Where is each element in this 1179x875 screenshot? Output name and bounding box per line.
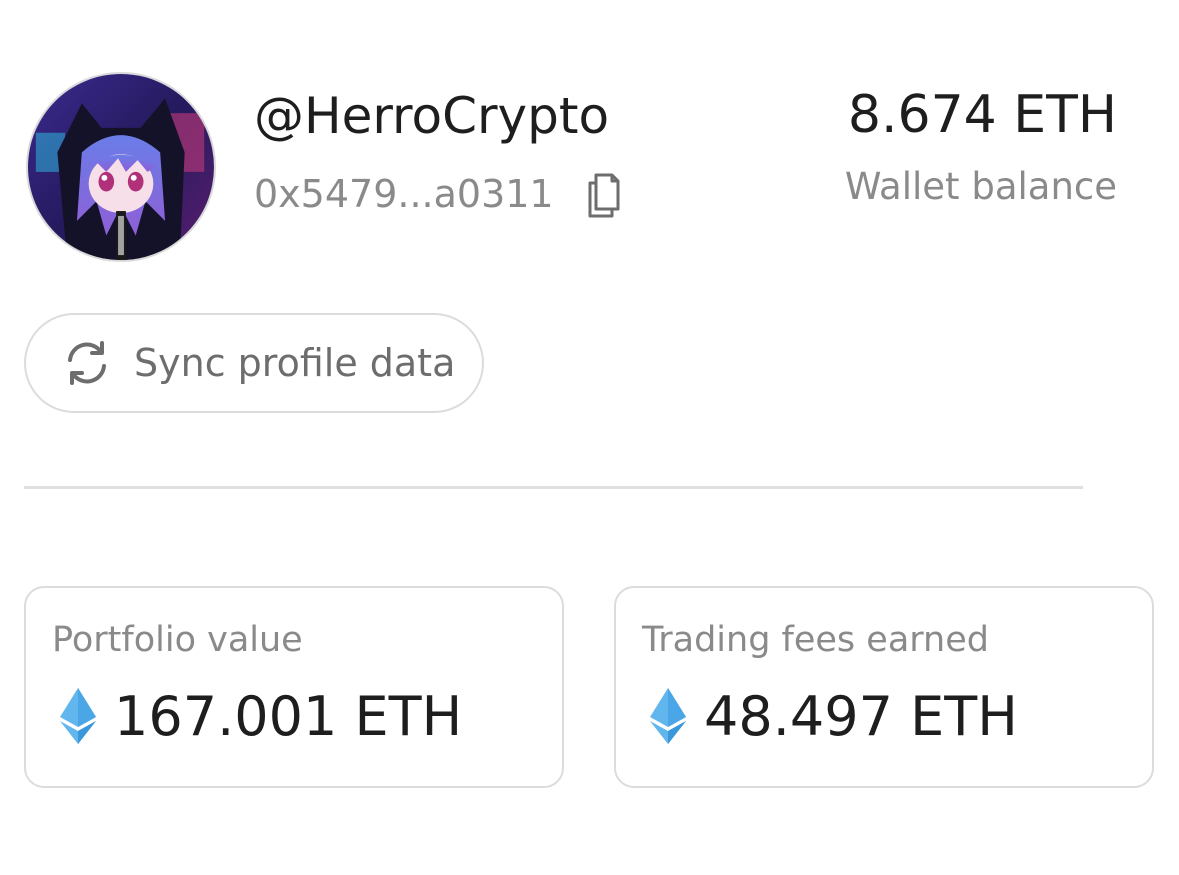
wallet-balance-value: 8.674 ETH (847, 85, 1117, 145)
copy-icon[interactable] (584, 169, 626, 219)
portfolio-value: 167.001 ETH (114, 684, 463, 748)
anime-avatar-image (28, 74, 214, 260)
avatar[interactable] (26, 72, 216, 262)
trading-fees-card: Trading fees earned 48.497 ETH (614, 586, 1154, 788)
portfolio-value-row: 167.001 ETH (60, 684, 462, 748)
sync-profile-button[interactable]: Sync profile data (24, 313, 484, 413)
sync-profile-label: Sync profile data (134, 341, 456, 385)
portfolio-value-label: Portfolio value (52, 620, 303, 660)
wallet-balance-label: Wallet balance (844, 165, 1117, 208)
wallet-address: 0x5479...a0311 (254, 172, 554, 216)
section-divider (24, 486, 1083, 489)
trading-fees-label: Trading fees earned (642, 620, 989, 660)
trading-fees-row: 48.497 ETH (650, 684, 1018, 748)
username: @HerroCrypto (254, 87, 610, 145)
portfolio-value-card: Portfolio value 167.001 ETH (24, 586, 564, 788)
refresh-icon (62, 338, 112, 388)
trading-fees-value: 48.497 ETH (704, 684, 1018, 748)
wallet-address-row: 0x5479...a0311 (254, 168, 626, 220)
ethereum-icon (60, 688, 96, 744)
ethereum-icon (650, 688, 686, 744)
